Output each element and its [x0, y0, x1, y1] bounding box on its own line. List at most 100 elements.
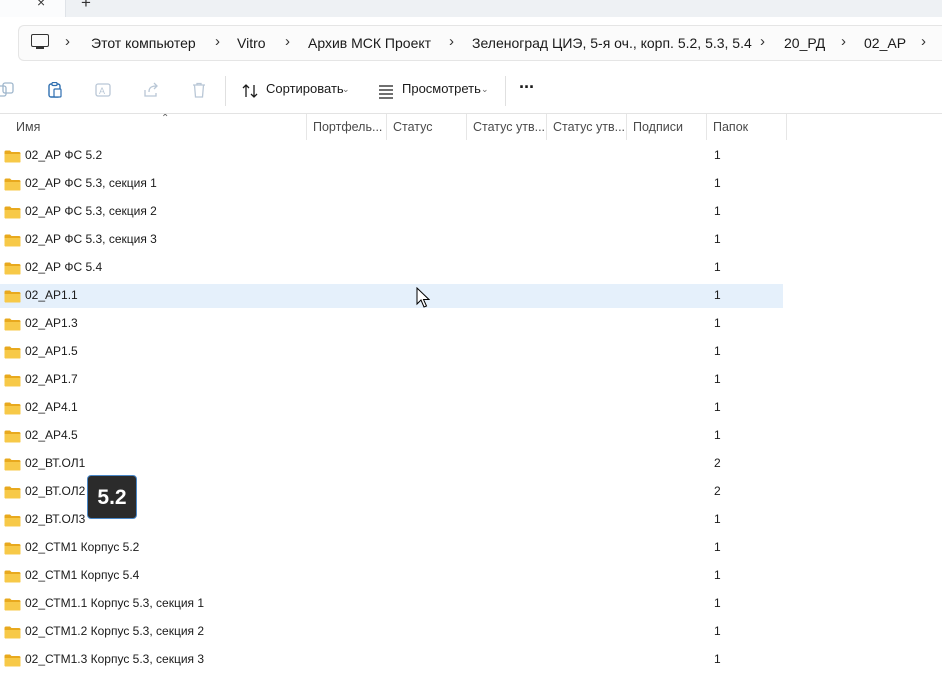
chevron-right-icon[interactable]: › — [841, 33, 846, 50]
folder-count: 1 — [714, 232, 721, 246]
file-name: 02_СТМ1.1 Корпус 5.3, секция 1 — [25, 596, 205, 610]
file-name: 02_АР ФС 5.3, секция 3 — [25, 232, 157, 246]
folder-icon — [4, 598, 21, 611]
column-header-row: Имя ⌃ Портфель... Статус Статус утв... С… — [0, 114, 942, 140]
column-header-approval-status-2[interactable]: Статус утв... — [547, 114, 627, 140]
close-tab-icon[interactable]: × — [37, 0, 45, 10]
rename-icon[interactable]: A — [95, 82, 111, 98]
column-header-portfolio[interactable]: Портфель... — [307, 114, 387, 140]
list-item[interactable]: 02_АР4.5 1 — [0, 424, 783, 448]
folder-count: 1 — [714, 260, 721, 274]
file-name: 02_ВТ.ОЛ2 — [25, 484, 86, 498]
folder-icon — [4, 262, 21, 275]
folder-count: 1 — [714, 148, 721, 162]
share-icon[interactable] — [143, 82, 159, 98]
file-name: 02_ВТ.ОЛ3 — [25, 512, 86, 526]
folder-icon — [4, 458, 21, 471]
list-item[interactable]: 02_АР1.1 1 — [0, 284, 783, 308]
folder-count: 1 — [714, 204, 721, 218]
chevron-right-icon[interactable]: › — [760, 33, 765, 50]
chevron-down-icon[interactable]: ⌄ — [342, 84, 350, 95]
list-item[interactable]: 02_АР4.1 1 — [0, 396, 783, 420]
list-item[interactable]: 02_АР1.7 1 — [0, 368, 783, 392]
folder-icon — [4, 514, 21, 527]
new-tab-icon[interactable]: + — [81, 0, 91, 13]
chevron-down-icon[interactable]: ⌄ — [481, 84, 489, 95]
address-bar: › Этот компьютер › Vitro › Архив МСК Про… — [0, 17, 942, 70]
folder-count: 1 — [714, 344, 721, 358]
column-header-approval-status[interactable]: Статус утв... — [467, 114, 547, 140]
file-name: 02_АР ФС 5.3, секция 1 — [25, 176, 157, 190]
tab-strip: × + — [0, 0, 942, 17]
breadcrumb-item[interactable]: Архив МСК Проект — [308, 35, 431, 51]
folder-count: 1 — [714, 512, 721, 526]
delete-icon[interactable] — [191, 82, 207, 98]
folder-icon — [4, 318, 21, 331]
list-item[interactable]: 02_АР ФС 5.3, секция 1 1 — [0, 172, 783, 196]
more-options-button[interactable]: ··· — [519, 77, 535, 98]
copy-icon[interactable] — [0, 82, 16, 98]
paste-icon[interactable] — [47, 82, 63, 98]
chevron-right-icon[interactable]: › — [285, 33, 290, 50]
list-item[interactable]: 02_АР ФС 5.2 1 — [0, 144, 783, 168]
file-name: 02_АР4.5 — [25, 428, 78, 442]
folder-icon — [4, 150, 21, 163]
file-name: 02_АР1.3 — [25, 316, 78, 330]
column-header-name[interactable]: Имя ⌃ — [10, 114, 307, 140]
chevron-right-icon[interactable]: › — [921, 33, 926, 50]
file-name: 02_СТМ1 Корпус 5.4 — [25, 568, 140, 582]
folder-count: 1 — [714, 568, 721, 582]
folder-icon — [4, 430, 21, 443]
svg-text:A: A — [99, 86, 105, 96]
breadcrumb[interactable]: › Этот компьютер › Vitro › Архив МСК Про… — [18, 25, 942, 61]
chevron-right-icon[interactable]: › — [215, 33, 220, 50]
breadcrumb-item[interactable]: Этот компьютер — [91, 35, 196, 51]
folder-icon — [4, 206, 21, 219]
folder-icon — [4, 654, 21, 667]
list-item[interactable]: 02_АР ФС 5.3, секция 2 1 — [0, 200, 783, 224]
folder-count: 1 — [714, 288, 721, 302]
breadcrumb-item[interactable]: 02_АР — [864, 35, 906, 51]
list-item[interactable]: 02_СТМ1 Корпус 5.4 1 — [0, 564, 783, 588]
folder-icon — [4, 178, 21, 191]
list-item[interactable]: 02_АР1.5 1 — [0, 340, 783, 364]
breadcrumb-item[interactable]: 20_РД — [784, 35, 825, 51]
breadcrumb-item[interactable]: Зеленоград ЦИЭ, 5-я оч., корп. 5.2, 5.3,… — [472, 35, 752, 51]
toolbar-divider — [225, 76, 226, 106]
overlay-badge: 5.2 — [87, 475, 137, 519]
column-header-status[interactable]: Статус — [387, 114, 467, 140]
list-item[interactable]: 02_СТМ1.3 Корпус 5.3, секция 3 1 — [0, 648, 783, 672]
folder-count: 1 — [714, 428, 721, 442]
column-header-folders[interactable]: Папок — [707, 114, 787, 140]
sort-icon[interactable] — [242, 83, 258, 99]
list-item[interactable]: 02_СТМ1.2 Корпус 5.3, секция 2 1 — [0, 620, 783, 644]
folder-icon — [4, 290, 21, 303]
list-item[interactable]: 02_АР ФС 5.4 1 — [0, 256, 783, 280]
explorer-tab[interactable]: × — [0, 0, 66, 17]
list-item[interactable]: 02_ВТ.ОЛ1 2 — [0, 452, 783, 476]
file-name: 02_СТМ1 Корпус 5.2 — [25, 540, 140, 554]
list-item[interactable]: 02_АР1.3 1 — [0, 312, 783, 336]
folder-icon — [4, 346, 21, 359]
folder-icon — [4, 570, 21, 583]
folder-icon — [4, 542, 21, 555]
file-name: 02_АР1.5 — [25, 344, 78, 358]
folder-count: 2 — [714, 484, 721, 498]
folder-icon — [4, 626, 21, 639]
view-icon[interactable] — [378, 83, 394, 99]
file-name: 02_АР4.1 — [25, 400, 78, 414]
folder-icon — [4, 402, 21, 415]
folder-icon — [4, 486, 21, 499]
computer-icon[interactable] — [31, 34, 49, 49]
list-item[interactable]: 02_СТМ1 Корпус 5.2 1 — [0, 536, 783, 560]
breadcrumb-item[interactable]: Vitro — [237, 35, 266, 51]
mouse-cursor-icon — [416, 287, 430, 308]
list-item[interactable]: 02_АР ФС 5.3, секция 3 1 — [0, 228, 783, 252]
folder-count: 1 — [714, 624, 721, 638]
list-item[interactable]: 02_СТМ1.1 Корпус 5.3, секция 1 1 — [0, 592, 783, 616]
chevron-right-icon[interactable]: › — [65, 33, 70, 50]
chevron-right-icon[interactable]: › — [449, 33, 454, 50]
column-header-signatures[interactable]: Подписи — [627, 114, 707, 140]
sort-button[interactable]: Сортировать — [266, 81, 344, 96]
view-button[interactable]: Просмотреть — [402, 81, 481, 96]
